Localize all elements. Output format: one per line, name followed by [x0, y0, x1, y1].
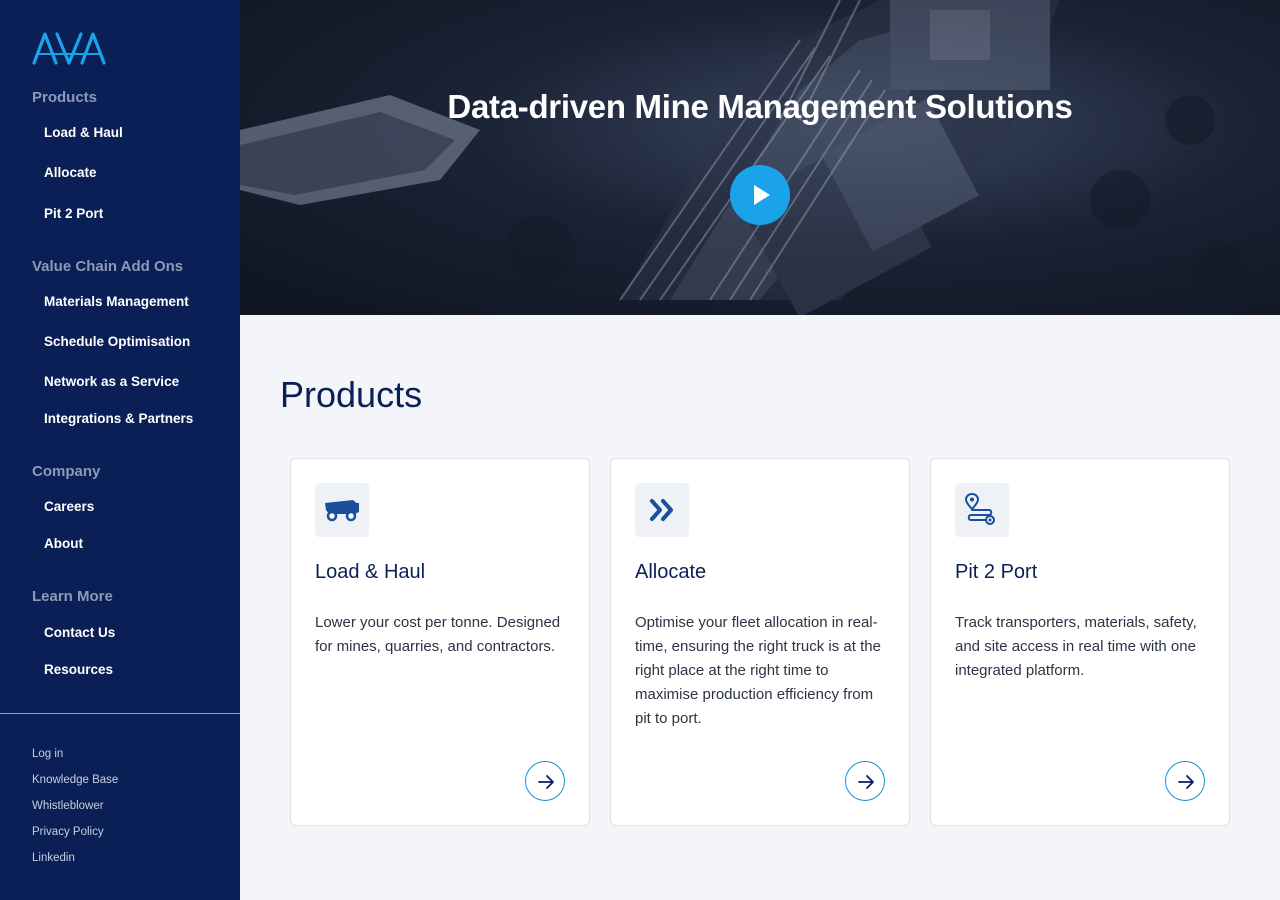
footer-link-knowledge-base[interactable]: Knowledge Base — [32, 774, 118, 786]
nav-item-allocate[interactable]: Allocate — [44, 165, 97, 180]
nav-item-careers[interactable]: Careers — [44, 499, 94, 514]
nav-group-products: Products — [32, 89, 98, 106]
card-description: Lower your cost per tonne. Designed for … — [315, 614, 561, 655]
nav-item-load-haul[interactable]: Load & Haul — [44, 125, 123, 140]
nav-item-integrations-partners[interactable]: Integrations & Partners — [44, 411, 193, 426]
footer-link-whistleblower[interactable]: Whistleblower — [32, 800, 104, 812]
arrow-right-icon — [858, 775, 874, 789]
footer-link-privacy-policy[interactable]: Privacy Policy — [32, 826, 104, 838]
nav-item-schedule-optimisation[interactable]: Schedule Optimisation — [44, 334, 190, 349]
product-card-pit-2-port[interactable]: Pit 2 Port Track transporters, materials… — [930, 458, 1230, 826]
product-card-allocate[interactable]: Allocate Optimise your fleet allocation … — [610, 458, 910, 826]
card-arrow-button[interactable] — [525, 761, 565, 801]
nav-item-resources[interactable]: Resources — [44, 662, 113, 677]
nav-item-about[interactable]: About — [44, 536, 83, 551]
hero-title: Data-driven Mine Management Solutions — [447, 88, 1073, 125]
card-arrow-button[interactable] — [845, 761, 885, 801]
nav-item-materials-management[interactable]: Materials Management — [44, 294, 189, 309]
arrow-right-icon — [1178, 775, 1194, 789]
card-icon-tile — [955, 483, 1009, 537]
double-chevron-right-icon — [650, 499, 673, 521]
arrow-right-icon — [538, 775, 554, 789]
nav-group-value-chain: Value Chain Add Ons — [32, 258, 184, 275]
ava-logo[interactable] — [32, 30, 106, 66]
card-arrow-button[interactable] — [1165, 761, 1205, 801]
sidebar: Products Load & Haul Allocate Pit 2 Port… — [0, 0, 240, 900]
products-heading: Products — [280, 374, 423, 415]
footer-link-log-in[interactable]: Log in — [32, 748, 63, 760]
ava-logo-icon — [32, 32, 106, 65]
nav-item-network-as-a-service[interactable]: Network as a Service — [44, 374, 179, 389]
sidebar-divider — [0, 713, 240, 714]
card-title: Pit 2 Port — [955, 561, 1038, 583]
card-icon-tile — [635, 483, 689, 537]
nav-group-company: Company — [32, 463, 101, 480]
play-icon — [754, 185, 770, 205]
nav-item-pit-2-port[interactable]: Pit 2 Port — [44, 206, 103, 221]
route-pin-icon — [964, 492, 995, 525]
play-video-button[interactable] — [730, 165, 790, 225]
card-icon-tile — [315, 483, 369, 537]
card-description: Optimise your fleet allocation in real-t… — [635, 614, 881, 727]
haul-truck-icon — [325, 500, 359, 522]
hero-banner: Data-driven Mine Management Solutions — [240, 0, 1280, 315]
card-title: Allocate — [635, 561, 707, 583]
product-card-load-haul[interactable]: Load & Haul Lower your cost per tonne. D… — [290, 458, 590, 826]
nav-item-contact-us[interactable]: Contact Us — [44, 625, 115, 640]
nav-group-learn-more: Learn More — [32, 588, 113, 605]
card-description: Track transporters, materials, safety, a… — [955, 614, 1197, 679]
hero-background-image — [240, 0, 1248, 315]
card-title: Load & Haul — [315, 561, 426, 583]
footer-link-linkedin[interactable]: Linkedin — [32, 852, 75, 864]
